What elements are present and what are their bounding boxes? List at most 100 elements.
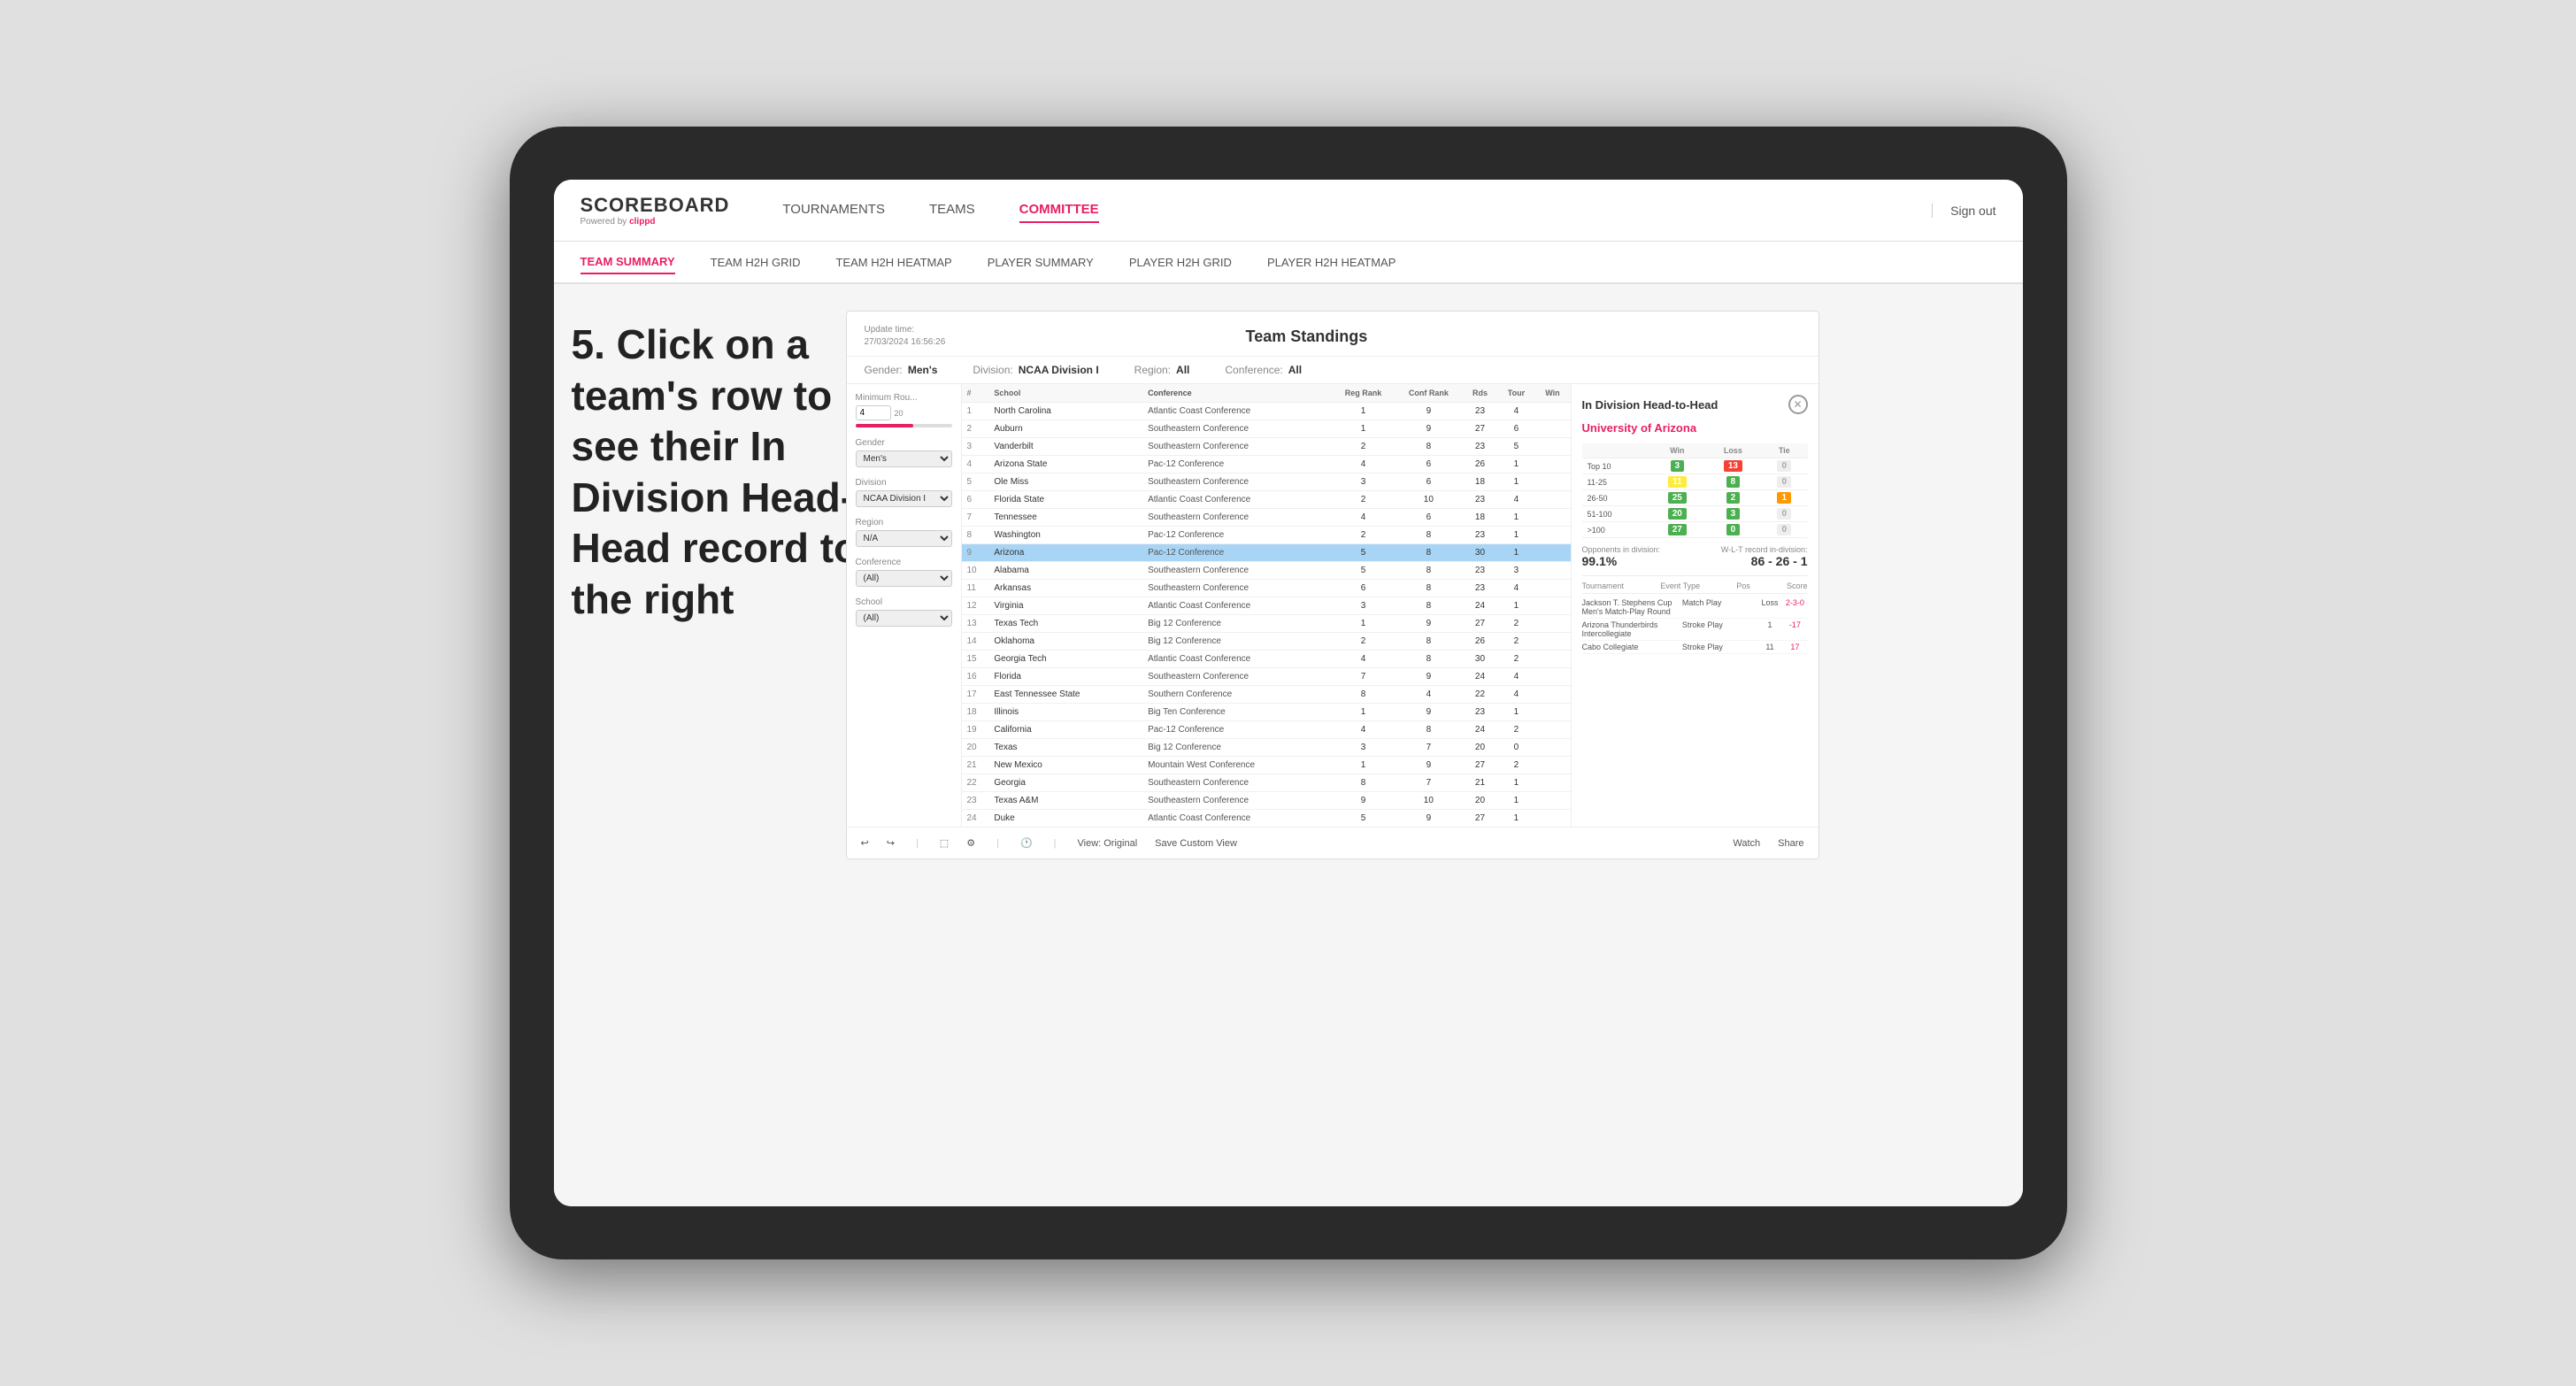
division-select[interactable]: NCAA Division I bbox=[856, 490, 952, 507]
col-rds: Rds bbox=[1462, 384, 1497, 403]
view-original-button[interactable]: View: Original bbox=[1078, 838, 1138, 849]
school-select[interactable]: (All) bbox=[856, 610, 952, 627]
h2h-range-label: >100 bbox=[1582, 522, 1649, 538]
save-custom-view-button[interactable]: Save Custom View bbox=[1155, 838, 1237, 849]
cell-conference: Atlantic Coast Conference bbox=[1142, 403, 1332, 420]
cell-reg-rank: 4 bbox=[1332, 509, 1395, 527]
cell-tour: 1 bbox=[1498, 810, 1535, 828]
undo-button[interactable]: ↩ bbox=[861, 837, 869, 849]
cell-school: Vanderbilt bbox=[988, 438, 1142, 456]
table-row[interactable]: 15 Georgia Tech Atlantic Coast Conferenc… bbox=[962, 651, 1571, 668]
table-row[interactable]: 20 Texas Big 12 Conference 3 7 20 0 bbox=[962, 739, 1571, 757]
sign-out-button[interactable]: Sign out bbox=[1932, 204, 1995, 218]
conference-select[interactable]: (All) bbox=[856, 570, 952, 587]
cell-rds: 30 bbox=[1462, 651, 1497, 668]
subnav-team-h2h-grid[interactable]: TEAM H2H GRID bbox=[711, 251, 801, 273]
gender-select[interactable]: Men's Women's bbox=[856, 450, 952, 467]
table-row[interactable]: 10 Alabama Southeastern Conference 5 8 2… bbox=[962, 562, 1571, 580]
division-group: Division NCAA Division I bbox=[856, 478, 952, 507]
col-tour: Tour bbox=[1498, 384, 1535, 403]
min-rounds-input[interactable] bbox=[856, 405, 891, 420]
table-row[interactable]: 12 Virginia Atlantic Coast Conference 3 … bbox=[962, 597, 1571, 615]
table-row[interactable]: 19 California Pac-12 Conference 4 8 24 2 bbox=[962, 721, 1571, 739]
h2h-tie-cell: 0 bbox=[1761, 474, 1808, 490]
tourn-type: Stroke Play bbox=[1682, 620, 1757, 638]
nav-committee[interactable]: COMMITTEE bbox=[1019, 197, 1099, 223]
table-row[interactable]: 11 Arkansas Southeastern Conference 6 8 … bbox=[962, 580, 1571, 597]
cell-conf-rank: 9 bbox=[1395, 615, 1462, 633]
cell-tour: 1 bbox=[1498, 774, 1535, 792]
cell-conf-rank: 7 bbox=[1395, 774, 1462, 792]
table-header-row: # School Conference Reg Rank Conf Rank R… bbox=[962, 384, 1571, 403]
cell-conf-rank: 8 bbox=[1395, 562, 1462, 580]
h2h-tie-cell: 0 bbox=[1761, 522, 1808, 538]
rounds-slider[interactable] bbox=[856, 424, 952, 427]
settings-button[interactable]: ⚙ bbox=[966, 837, 975, 849]
cell-school: Washington bbox=[988, 527, 1142, 544]
table-row[interactable]: 6 Florida State Atlantic Coast Conferenc… bbox=[962, 491, 1571, 509]
subnav-player-h2h-heatmap[interactable]: PLAYER H2H HEATMAP bbox=[1267, 251, 1396, 273]
cell-conference: Atlantic Coast Conference bbox=[1142, 810, 1332, 828]
cell-school: Georgia Tech bbox=[988, 651, 1142, 668]
table-row[interactable]: 21 New Mexico Mountain West Conference 1… bbox=[962, 757, 1571, 774]
redo-button[interactable]: ↪ bbox=[887, 837, 895, 849]
table-row[interactable]: 4 Arizona State Pac-12 Conference 4 6 26… bbox=[962, 456, 1571, 474]
table-row[interactable]: 3 Vanderbilt Southeastern Conference 2 8… bbox=[962, 438, 1571, 456]
table-row[interactable]: 9 Arizona Pac-12 Conference 5 8 30 1 bbox=[962, 544, 1571, 562]
clock-icon: 🕐 bbox=[1020, 837, 1033, 849]
cell-reg-rank: 1 bbox=[1332, 403, 1395, 420]
tourn-score: 2-3-0 bbox=[1782, 598, 1807, 616]
h2h-team-name: University of Arizona bbox=[1582, 421, 1808, 435]
cell-win bbox=[1534, 456, 1570, 474]
cell-tour: 1 bbox=[1498, 597, 1535, 615]
region-select[interactable]: N/A bbox=[856, 530, 952, 547]
table-row[interactable]: 22 Georgia Southeastern Conference 8 7 2… bbox=[962, 774, 1571, 792]
cell-tour: 0 bbox=[1498, 739, 1535, 757]
share-button[interactable]: Share bbox=[1778, 838, 1803, 849]
subnav-player-summary[interactable]: PLAYER SUMMARY bbox=[988, 251, 1094, 273]
table-row[interactable]: 14 Oklahoma Big 12 Conference 2 8 26 2 bbox=[962, 633, 1571, 651]
content-area: 5. Click on a team's row to see their In… bbox=[554, 284, 2023, 1206]
h2h-range-row: >100 27 0 0 bbox=[1582, 522, 1808, 538]
copy-button[interactable]: ⬚ bbox=[940, 837, 949, 849]
table-row[interactable]: 1 North Carolina Atlantic Coast Conferen… bbox=[962, 403, 1571, 420]
cell-reg-rank: 2 bbox=[1332, 633, 1395, 651]
gender-filter-display: Gender: Men's bbox=[865, 364, 938, 376]
table-row[interactable]: 16 Florida Southeastern Conference 7 9 2… bbox=[962, 668, 1571, 686]
nav-tournaments[interactable]: TOURNAMENTS bbox=[782, 197, 885, 223]
cell-rank: 21 bbox=[962, 757, 989, 774]
cell-win bbox=[1534, 810, 1570, 828]
cell-tour: 4 bbox=[1498, 403, 1535, 420]
cell-conf-rank: 9 bbox=[1395, 403, 1462, 420]
subnav-team-summary[interactable]: TEAM SUMMARY bbox=[581, 250, 675, 274]
table-row[interactable]: 8 Washington Pac-12 Conference 2 8 23 1 bbox=[962, 527, 1571, 544]
h2h-header: In Division Head-to-Head ✕ bbox=[1582, 395, 1808, 414]
cell-rds: 23 bbox=[1462, 704, 1497, 721]
cell-reg-rank: 2 bbox=[1332, 438, 1395, 456]
table-row[interactable]: 18 Illinois Big Ten Conference 1 9 23 1 bbox=[962, 704, 1571, 721]
cell-rank: 1 bbox=[962, 403, 989, 420]
cell-rds: 23 bbox=[1462, 562, 1497, 580]
nav-teams[interactable]: TEAMS bbox=[929, 197, 975, 223]
table-row[interactable]: 2 Auburn Southeastern Conference 1 9 27 … bbox=[962, 420, 1571, 438]
subnav-player-h2h-grid[interactable]: PLAYER H2H GRID bbox=[1129, 251, 1232, 273]
subnav-team-h2h-heatmap[interactable]: TEAM H2H HEATMAP bbox=[835, 251, 951, 273]
h2h-loss-header: Loss bbox=[1705, 443, 1761, 458]
table-row[interactable]: 13 Texas Tech Big 12 Conference 1 9 27 2 bbox=[962, 615, 1571, 633]
cell-conf-rank: 9 bbox=[1395, 668, 1462, 686]
cell-conference: Southeastern Conference bbox=[1142, 580, 1332, 597]
cell-rds: 24 bbox=[1462, 668, 1497, 686]
watch-button[interactable]: Watch bbox=[1733, 838, 1760, 849]
cell-school: North Carolina bbox=[988, 403, 1142, 420]
table-row[interactable]: 24 Duke Atlantic Coast Conference 5 9 27… bbox=[962, 810, 1571, 828]
table-row[interactable]: 5 Ole Miss Southeastern Conference 3 6 1… bbox=[962, 474, 1571, 491]
table-row[interactable]: 7 Tennessee Southeastern Conference 4 6 … bbox=[962, 509, 1571, 527]
cell-win bbox=[1534, 438, 1570, 456]
h2h-close-button[interactable]: ✕ bbox=[1788, 395, 1808, 414]
wlt-value: 86 - 26 - 1 bbox=[1721, 554, 1808, 568]
tournament-row: Jackson T. Stephens Cup Men's Match-Play… bbox=[1582, 597, 1808, 619]
table-row[interactable]: 17 East Tennessee State Southern Confere… bbox=[962, 686, 1571, 704]
cell-conference: Big 12 Conference bbox=[1142, 615, 1332, 633]
table-row[interactable]: 23 Texas A&M Southeastern Conference 9 1… bbox=[962, 792, 1571, 810]
cell-conf-rank: 8 bbox=[1395, 721, 1462, 739]
